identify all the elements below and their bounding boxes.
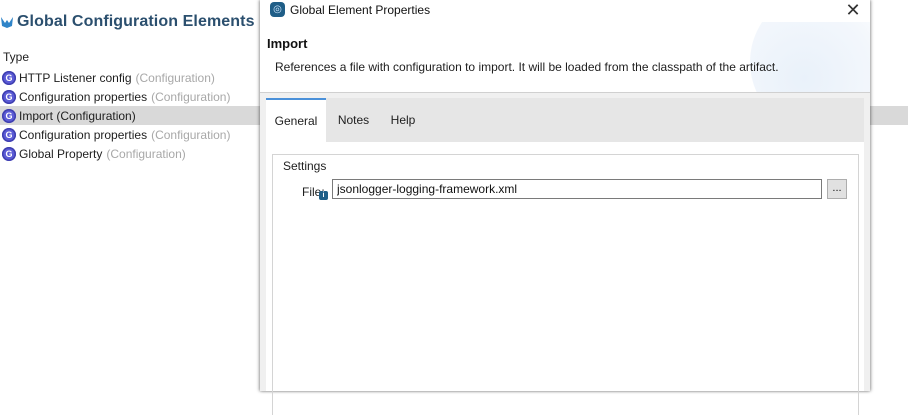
item-type: (Configuration) (135, 70, 215, 85)
banner-description: References a file with configuration to … (275, 60, 779, 74)
item-type: (Configuration) (151, 89, 231, 104)
item-name: Configuration properties (19, 89, 148, 104)
tab-bar: General Notes Help (266, 98, 864, 142)
dialog-title: Global Element Properties (290, 3, 431, 17)
global-element-icon: G (2, 89, 16, 104)
dialog-titlebar[interactable]: ◎ Global Element Properties ✕ (260, 0, 870, 22)
settings-group-label: Settings (281, 159, 329, 173)
item-type: (Configuration) (151, 127, 231, 142)
tab-help[interactable]: Help (381, 98, 425, 142)
tab-content: Settings File: i ... (266, 142, 864, 415)
dialog-banner: Import References a file with configurat… (260, 22, 870, 93)
editor-title: Global Configuration Elements (17, 13, 255, 30)
tab-label: General (274, 114, 318, 128)
banner-title: Import (267, 36, 308, 51)
close-button[interactable]: ✕ (842, 0, 864, 20)
item-name: Import (Configuration) (19, 108, 136, 123)
info-icon: i (319, 191, 328, 200)
banner-decoration (750, 22, 870, 92)
tab-notes[interactable]: Notes (326, 98, 381, 142)
tab-label: Notes (337, 113, 370, 127)
item-type: (Configuration) (106, 146, 186, 161)
app-icon: ◎ (270, 2, 285, 17)
global-element-properties-dialog: ◎ Global Element Properties ✕ Import Ref… (260, 0, 870, 415)
global-element-icon: G (2, 146, 16, 161)
settings-group: Settings File: i ... (272, 154, 859, 415)
item-name: Global Property (19, 146, 103, 161)
global-element-icon: G (2, 127, 16, 142)
item-name: HTTP Listener config (19, 70, 132, 85)
file-input[interactable] (332, 179, 822, 199)
global-element-icon: G (2, 70, 16, 85)
type-column-header: Type (3, 50, 30, 64)
tab-general[interactable]: General (266, 98, 326, 142)
browse-button[interactable]: ... (827, 179, 847, 199)
close-icon: ✕ (845, 0, 861, 20)
tab-label: Help (390, 113, 416, 127)
mule-logo-icon (1, 17, 13, 28)
global-element-icon: G (2, 108, 16, 123)
item-name: Configuration properties (19, 127, 148, 142)
editor-header: Global Configuration Elements (0, 8, 255, 36)
